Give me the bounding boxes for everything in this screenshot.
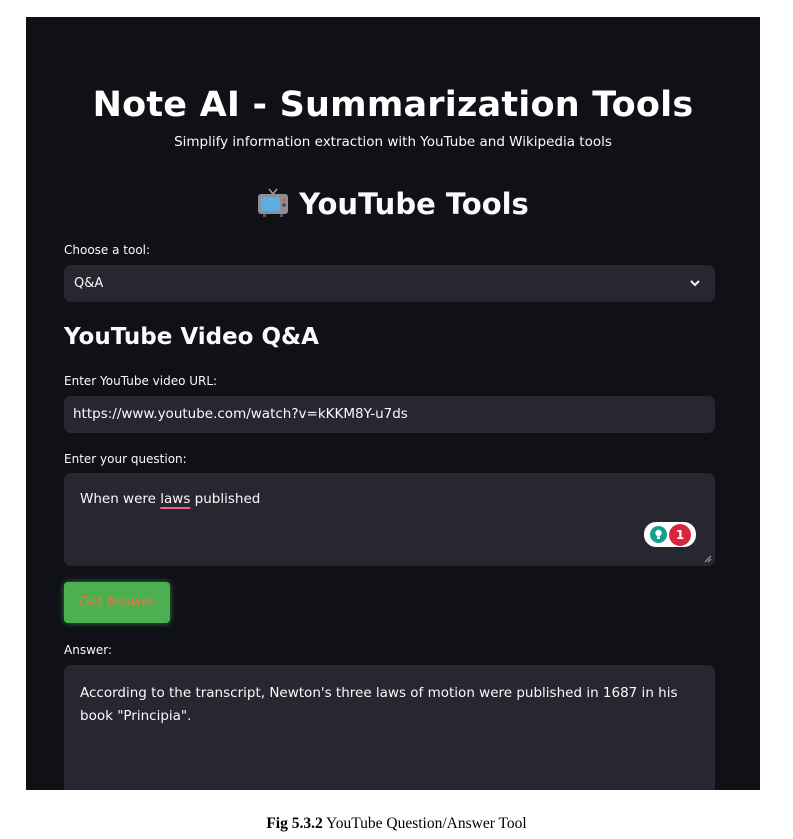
section-title: YouTube Tools: [26, 186, 760, 221]
television-icon: [258, 188, 289, 217]
question-label: Enter your question:: [64, 452, 187, 466]
flagged-word[interactable]: laws: [160, 491, 190, 507]
url-label: Enter YouTube video URL:: [64, 374, 218, 388]
answer-label: Answer:: [64, 643, 113, 657]
section-title-text: YouTube Tools: [299, 187, 529, 221]
question-text-end: published: [190, 491, 261, 507]
grammar-issue-count: 1: [669, 524, 691, 546]
figure-caption: Fig 5.3.2 YouTube Question/Answer Tool: [0, 815, 793, 833]
lightbulb-icon: [650, 526, 667, 543]
question-text-start: When were: [80, 491, 161, 507]
figure-number: Fig 5.3.2: [266, 815, 323, 832]
resize-handle-icon[interactable]: [704, 555, 712, 563]
page-subtitle: Simplify information extraction with You…: [174, 134, 612, 150]
page-title: Note AI - Summarization Tools: [92, 85, 694, 125]
grammar-assistant-badge[interactable]: 1: [644, 522, 696, 547]
chevron-down-icon: [690, 280, 700, 287]
tool-select-label: Choose a tool:: [64, 243, 151, 257]
app-window: Note AI - Summarization Tools Simplify i…: [26, 17, 760, 790]
tool-select[interactable]: Q&A: [64, 265, 715, 302]
qa-heading: YouTube Video Q&A: [64, 324, 319, 350]
figure-caption-text: YouTube Question/Answer Tool: [322, 815, 527, 832]
question-textarea[interactable]: When were laws published 1: [64, 473, 715, 566]
get-answer-button[interactable]: Get Answer: [64, 582, 170, 623]
answer-output: According to the transcript, Newton's th…: [64, 665, 715, 790]
url-input[interactable]: [64, 396, 715, 433]
tool-select-value: Q&A: [74, 276, 104, 291]
